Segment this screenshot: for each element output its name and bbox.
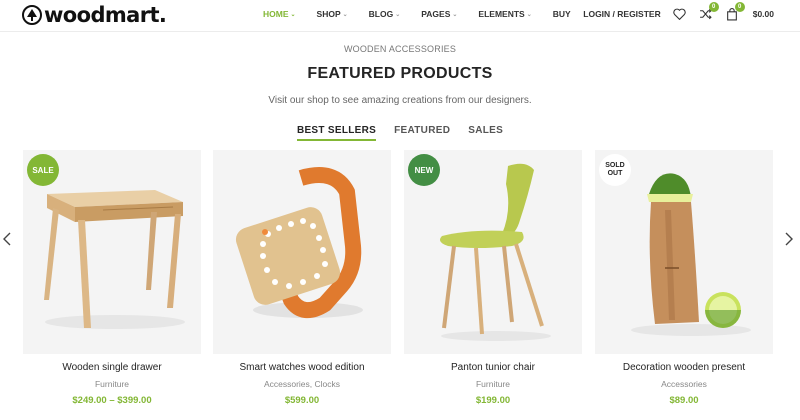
chevron-down-icon: ⌄: [342, 11, 348, 18]
product-title[interactable]: Wooden single drawer: [23, 362, 201, 373]
product-image-wooden-drawer[interactable]: SALE: [23, 150, 201, 354]
section-subtitle: Visit our shop to see amazing creations …: [268, 95, 532, 106]
product-title[interactable]: Decoration wooden present: [595, 362, 773, 373]
product-image-wooden-present[interactable]: SOLD OUT: [595, 150, 773, 354]
product-category[interactable]: Furniture: [23, 379, 201, 389]
chevron-down-icon: ⌄: [395, 11, 401, 18]
product-price: $249.00 – $399.00: [72, 395, 152, 406]
login-register-link[interactable]: LOGIN / REGISTER: [583, 9, 660, 19]
section-title: FEATURED PRODUCTS: [307, 65, 493, 82]
tree-logo-icon: [22, 5, 42, 25]
section-eyebrow: WOODEN ACCESSORIES: [343, 44, 457, 54]
nav-pages[interactable]: PAGES ⌄: [421, 9, 457, 19]
nav-home[interactable]: HOME ⌄: [263, 9, 296, 19]
logo-text: woodmart.: [44, 3, 167, 27]
nav-blog-label: BLOG: [368, 9, 394, 19]
site-logo[interactable]: woodmart.: [22, 3, 167, 27]
product-card[interactable]: NEW Panton tunior chair Furniture $199.0…: [404, 150, 582, 406]
product-title[interactable]: Panton tunior chair: [404, 362, 582, 373]
chevron-down-icon: ⌄: [526, 11, 532, 18]
compare-count-badge: 0: [708, 2, 719, 12]
shopping-bag-icon[interactable]: 0: [725, 2, 745, 21]
product-card[interactable]: SALE Wooden single drawer Furniture $249…: [23, 150, 201, 406]
nav-elements-label: ELEMENTS: [478, 9, 525, 19]
sold-out-badge: SOLD OUT: [599, 154, 631, 186]
nav-pages-label: PAGES: [421, 9, 451, 19]
product-card[interactable]: Smart watches wood edition Accessories, …: [213, 150, 391, 406]
chevron-down-icon: ⌄: [452, 11, 458, 18]
nav-buy[interactable]: BUY: [553, 9, 571, 19]
product-category[interactable]: Accessories: [595, 379, 773, 389]
product-price: $199.00: [475, 395, 511, 406]
product-category[interactable]: Furniture: [404, 379, 582, 389]
chevron-down-icon: ⌄: [290, 11, 296, 18]
nav-home-label: HOME: [263, 9, 289, 19]
cart-count-badge: 0: [734, 2, 745, 12]
header-actions: LOGIN / REGISTER 0 0 $0.00: [583, 2, 774, 24]
tab-sales[interactable]: SALES: [468, 125, 503, 141]
product-image-smart-watch[interactable]: [213, 150, 391, 354]
nav-blog[interactable]: BLOG ⌄: [369, 9, 401, 19]
sale-badge: SALE: [27, 154, 59, 186]
nav-elements[interactable]: ELEMENTS ⌄: [478, 9, 531, 19]
product-card[interactable]: SOLD OUT Decoration wooden present Access…: [595, 150, 773, 406]
product-price: $599.00: [284, 395, 320, 406]
product-price: $89.00: [669, 395, 699, 406]
new-badge: NEW: [408, 154, 440, 186]
heart-icon[interactable]: [673, 7, 687, 21]
nav-shop[interactable]: SHOP ⌄: [317, 9, 348, 19]
cart-total[interactable]: $0.00: [753, 9, 774, 19]
product-image-panton-chair[interactable]: NEW: [404, 150, 582, 354]
nav-shop-label: SHOP: [316, 9, 341, 19]
tab-best-sellers[interactable]: BEST SELLERS: [296, 125, 377, 141]
carousel-next-arrow-icon[interactable]: [783, 232, 795, 246]
site-header: woodmart. HOME ⌄ SHOP ⌄ BLOG ⌄ PAGES ⌄ ELEME…: [0, 0, 800, 32]
product-tabs: BEST SELLERS FEATURED SALES: [0, 125, 800, 141]
shuffle-icon[interactable]: 0: [699, 2, 719, 21]
nav-buy-label: BUY: [552, 9, 571, 19]
main-nav: HOME ⌄ SHOP ⌄ BLOG ⌄ PAGES ⌄ ELEMENTS ⌄ BUY: [263, 9, 592, 19]
product-category[interactable]: Accessories, Clocks: [213, 379, 391, 389]
carousel-prev-arrow-icon[interactable]: [1, 232, 13, 246]
product-title[interactable]: Smart watches wood edition: [213, 362, 391, 373]
tab-featured[interactable]: FEATURED: [394, 125, 450, 141]
